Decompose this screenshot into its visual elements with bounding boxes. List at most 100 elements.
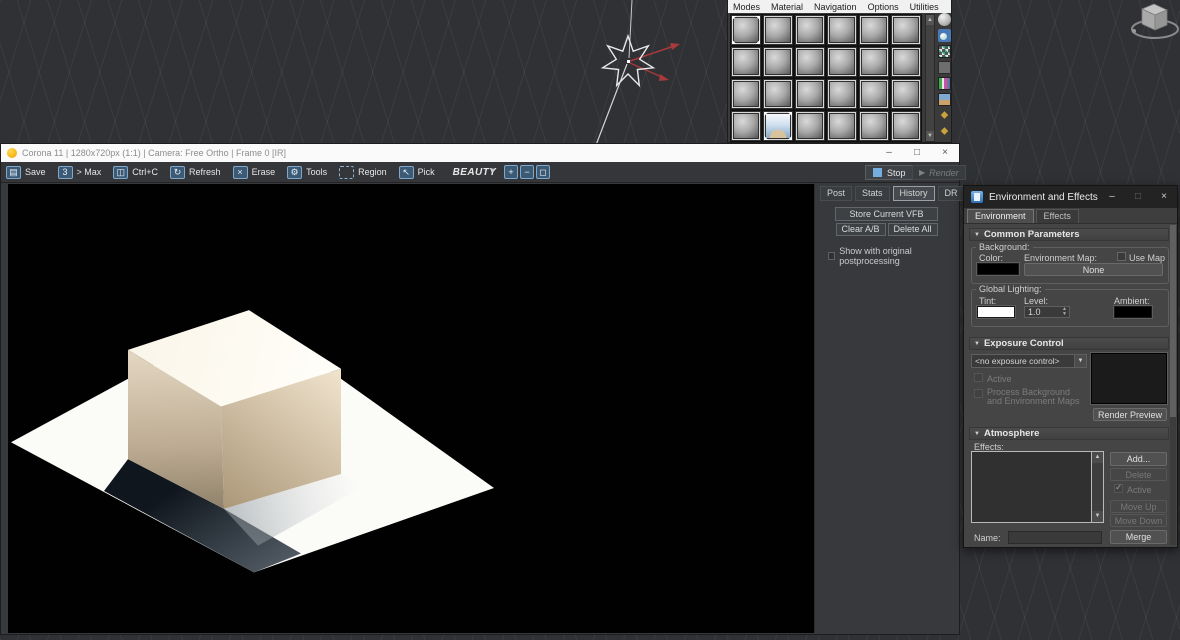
dialog-close-button[interactable]: × (1151, 186, 1177, 208)
material-slot[interactable] (890, 14, 922, 46)
select-by-material-icon[interactable]: ⬥ (938, 109, 951, 122)
scroll-down-icon[interactable]: ▼ (1092, 511, 1103, 522)
material-slot[interactable] (730, 78, 762, 110)
material-slot[interactable] (826, 78, 858, 110)
maximize-button[interactable]: □ (903, 144, 931, 162)
material-map-navigator-icon[interactable]: ⬥ (938, 125, 951, 138)
atmosphere-rollout[interactable]: ▼ Atmosphere (969, 427, 1169, 440)
make-preview-icon[interactable] (938, 93, 951, 106)
effect-name-field[interactable] (1008, 531, 1102, 544)
material-slot[interactable] (858, 78, 890, 110)
material-slot[interactable] (794, 14, 826, 46)
tools-button[interactable]: ⚙ Tools (287, 165, 327, 179)
menu-utilities[interactable]: Utilities (910, 2, 939, 12)
material-slot[interactable] (890, 46, 922, 78)
erase-button[interactable]: × Erase (232, 165, 275, 179)
material-slot[interactable] (730, 110, 762, 142)
backlight-icon[interactable] (938, 29, 951, 42)
level-spinner[interactable]: 1.0 ▲ ▼ (1024, 306, 1070, 318)
show-original-checkbox[interactable] (828, 252, 836, 260)
render-preview-button[interactable]: Render Preview (1093, 408, 1167, 421)
spinner-arrows-icon[interactable]: ▲ ▼ (1060, 307, 1069, 317)
scroll-up-icon[interactable]: ▲ (926, 15, 934, 25)
render-image-area[interactable] (8, 184, 814, 633)
stop-button[interactable]: Stop (865, 165, 914, 180)
to-max-button[interactable]: 3 > Max (57, 165, 101, 179)
copy-button[interactable]: ◫ Ctrl+C (113, 165, 158, 179)
material-sphere-thumbnail (734, 82, 758, 106)
merge-button[interactable]: Merge (1110, 530, 1167, 544)
menu-material[interactable]: Material (771, 2, 803, 12)
material-slot[interactable] (794, 78, 826, 110)
material-slot[interactable] (794, 46, 826, 78)
material-sphere-thumbnail (734, 18, 758, 42)
dialog-scrollbar[interactable] (1170, 225, 1176, 545)
tab-post[interactable]: Post (820, 186, 853, 201)
x-axis-arrow (629, 45, 675, 62)
material-slot[interactable] (730, 14, 762, 46)
effects-list-scrollbar[interactable]: ▲ ▼ (1091, 452, 1103, 522)
sample-type-icon[interactable] (938, 13, 951, 26)
material-slot[interactable] (826, 46, 858, 78)
material-slot[interactable] (858, 46, 890, 78)
star-light-helper[interactable] (580, 0, 690, 145)
menu-options[interactable]: Options (868, 2, 899, 12)
material-slot[interactable] (890, 110, 922, 142)
exposure-control-dropdown[interactable]: <no exposure control> ▼ (971, 354, 1087, 368)
dialog-maximize-button: □ (1134, 191, 1142, 202)
vfb-title-bar[interactable]: Corona 11 | 1280x720px (1:1) | Camera: F… (1, 144, 959, 162)
save-button[interactable]: ▤ Save (6, 165, 46, 179)
sample-uv-tiling-icon[interactable] (938, 61, 951, 74)
material-slot[interactable] (794, 110, 826, 142)
material-slot[interactable] (826, 14, 858, 46)
material-slot[interactable] (762, 14, 794, 46)
tab-dr[interactable]: DR (937, 186, 965, 201)
dialog-title-bar[interactable]: Environment and Effects – □ × (964, 186, 1177, 208)
material-slot[interactable] (890, 78, 922, 110)
region-button[interactable]: Region (339, 165, 387, 179)
add-effect-button[interactable]: Add... (1110, 452, 1167, 466)
scroll-down-icon[interactable]: ▼ (926, 131, 934, 141)
dialog-title-text: Environment and Effects (989, 191, 1098, 203)
tab-effects[interactable]: Effects (1035, 209, 1079, 223)
chevron-down-icon: ▼ (1074, 355, 1086, 367)
store-current-vfb-button[interactable]: Store Current VFB (835, 207, 938, 221)
minimize-button[interactable]: – (875, 144, 903, 162)
background-icon[interactable] (938, 45, 951, 58)
zoom-in-button[interactable]: + (504, 165, 518, 179)
tab-history[interactable]: History (892, 186, 935, 201)
close-button[interactable]: × (931, 144, 959, 162)
render-button[interactable]: ▶ Render (912, 165, 966, 180)
scroll-up-icon[interactable]: ▲ (1092, 452, 1103, 463)
material-slot[interactable] (762, 78, 794, 110)
material-slot[interactable] (762, 110, 794, 142)
pick-button[interactable]: ↖ Pick (398, 165, 435, 179)
environment-map-button[interactable]: None (1024, 263, 1163, 276)
refresh-button[interactable]: ↻ Refresh (170, 165, 221, 179)
tab-stats[interactable]: Stats (855, 186, 890, 201)
channel-dropdown-icon[interactable]: ▼ (490, 168, 496, 174)
zoom-fit-button[interactable]: ◻ (536, 165, 550, 179)
material-slot[interactable] (730, 46, 762, 78)
delete-all-button[interactable]: Delete All (887, 223, 938, 236)
atmosphere-effects-list[interactable]: ▲ ▼ (971, 451, 1104, 523)
material-slot[interactable] (858, 110, 890, 142)
dialog-minimize-button[interactable]: – (1099, 186, 1125, 208)
view-cube[interactable] (1128, 0, 1180, 45)
clear-ab-button[interactable]: Clear A/B (835, 223, 886, 236)
ambient-color-swatch[interactable] (1114, 306, 1152, 318)
material-slot[interactable] (762, 46, 794, 78)
video-color-check-icon[interactable] (938, 77, 951, 90)
tint-color-swatch[interactable] (977, 306, 1015, 318)
material-slot[interactable] (826, 110, 858, 142)
use-map-checkbox[interactable] (1117, 252, 1126, 261)
background-color-swatch[interactable] (977, 263, 1019, 275)
common-parameters-rollout[interactable]: ▼ Common Parameters (969, 228, 1169, 241)
menu-modes[interactable]: Modes (733, 2, 760, 12)
material-slot[interactable] (858, 14, 890, 46)
material-grid-scrollbar[interactable]: ▲ ▼ (925, 14, 935, 142)
menu-navigation[interactable]: Navigation (814, 2, 857, 12)
exposure-control-rollout[interactable]: ▼ Exposure Control (969, 337, 1169, 350)
tab-environment[interactable]: Environment (967, 209, 1034, 223)
zoom-out-button[interactable]: − (520, 165, 534, 179)
